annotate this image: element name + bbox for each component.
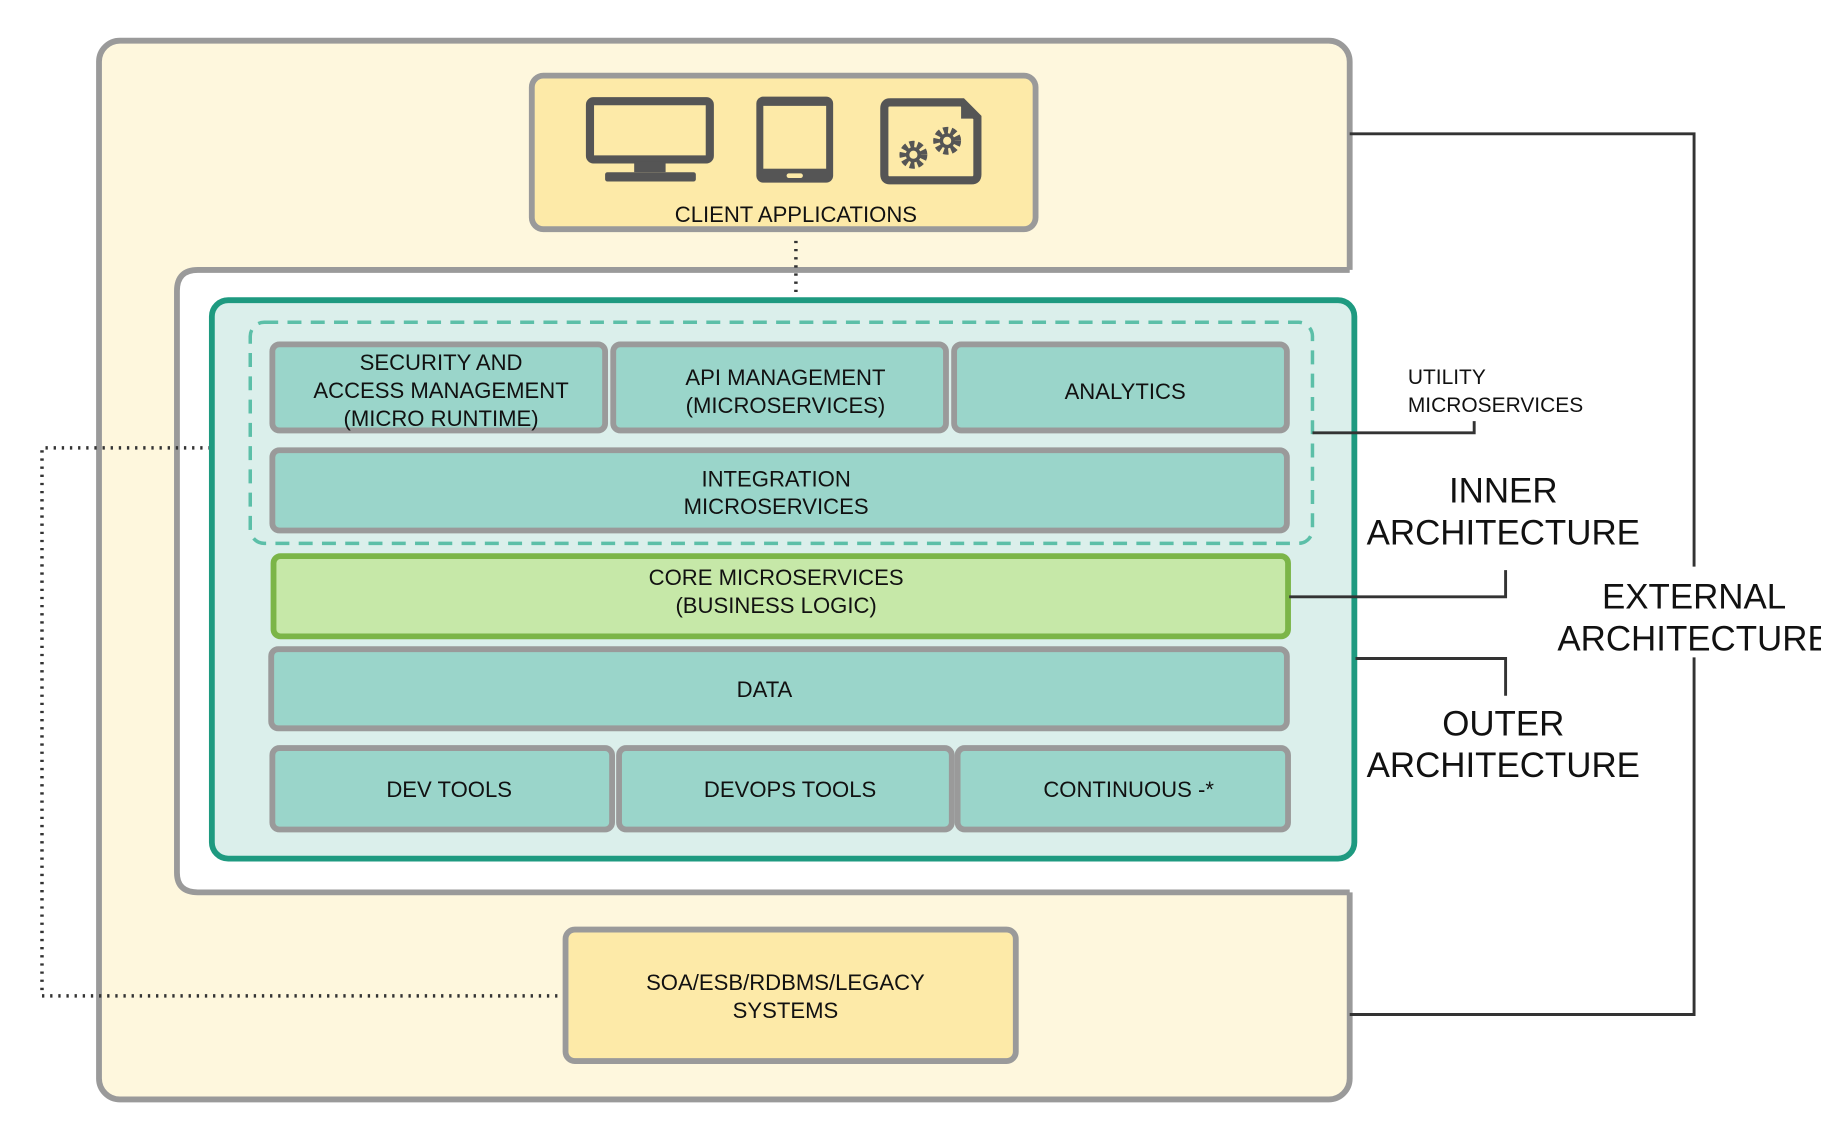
svg-text:(BUSINESS LOGIC): (BUSINESS LOGIC) — [675, 593, 876, 618]
svg-text:DEV TOOLS: DEV TOOLS — [386, 777, 512, 802]
data-box: DATA — [268, 646, 1290, 732]
inner-architecture-label: INNER — [1449, 472, 1558, 511]
legacy-systems-box: SOA/ESB/RDBMS/LEGACY SYSTEMS — [562, 926, 1019, 1064]
security-access-management-box: SECURITY AND ACCESS MANAGEMENT (MICRO RU… — [269, 341, 609, 434]
svg-text:CORE MICROSERVICES: CORE MICROSERVICES — [649, 565, 904, 590]
analytics-box: ANALYTICS — [951, 341, 1290, 434]
devops-tools-box: DEVOPS TOOLS — [616, 745, 955, 833]
dev-tools-box: DEV TOOLS — [269, 745, 615, 833]
integration-microservices-box: INTEGRATION MICROSERVICES — [269, 447, 1290, 534]
client-applications-box: CLIENT APPLICATIONS — [528, 72, 1039, 233]
inner-architecture-label: ARCHITECTURE — [1367, 513, 1640, 552]
svg-text:(MICROSERVICES): (MICROSERVICES) — [686, 393, 886, 418]
svg-text:DEVOPS TOOLS: DEVOPS TOOLS — [704, 777, 876, 802]
outer-architecture-label: ARCHITECTURE — [1367, 746, 1640, 785]
svg-text:INTEGRATION: INTEGRATION — [701, 466, 850, 491]
app-gears-icon — [880, 98, 982, 185]
svg-text:DATA: DATA — [737, 677, 793, 702]
api-management-box: API MANAGEMENT (MICROSERVICES) — [610, 341, 949, 434]
svg-text:API MANAGEMENT: API MANAGEMENT — [685, 365, 885, 390]
svg-text:ACCESS MANAGEMENT: ACCESS MANAGEMENT — [313, 378, 568, 403]
svg-text:CONTINUOUS -*: CONTINUOUS -* — [1043, 777, 1214, 802]
svg-text:SYSTEMS: SYSTEMS — [733, 998, 839, 1023]
svg-text:SECURITY AND: SECURITY AND — [360, 350, 523, 375]
svg-text:(MICRO RUNTIME): (MICRO RUNTIME) — [343, 406, 538, 431]
external-architecture-label: EXTERNAL — [1602, 577, 1786, 616]
client-applications-label: CLIENT APPLICATIONS — [675, 202, 917, 227]
outer-leader-line — [1355, 657, 1508, 696]
svg-text:SOA/ESB/RDBMS/LEGACY: SOA/ESB/RDBMS/LEGACY — [646, 970, 925, 995]
continuous-box: CONTINUOUS -* — [954, 745, 1291, 833]
tablet-icon — [756, 96, 834, 183]
core-microservices-box: CORE MICROSERVICES (BUSINESS LOGIC) — [270, 553, 1291, 640]
svg-text:ANALYTICS: ANALYTICS — [1065, 379, 1186, 404]
utility-label: MICROSERVICES — [1408, 394, 1583, 417]
architecture-diagram: CLIENT APPLICATIONS SECURITY AND ACCESS … — [40, 37, 1821, 1103]
svg-text:MICROSERVICES: MICROSERVICES — [684, 494, 869, 519]
utility-label: UTILITY — [1408, 366, 1486, 389]
outer-architecture-label: OUTER — [1442, 704, 1564, 743]
external-architecture-label: ARCHITECTURE — [1557, 619, 1821, 658]
